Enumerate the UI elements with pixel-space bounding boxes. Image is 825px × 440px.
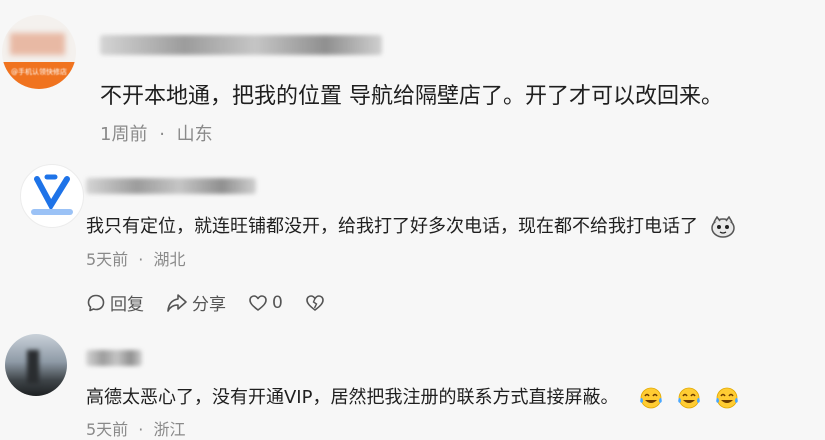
comment-location: 浙江 [153, 420, 186, 439]
comment-location: 湖北 [153, 250, 186, 269]
comment-actions: 回复 分享 0 [86, 290, 351, 315]
comment-meta: 1周前 · 山东 [100, 120, 213, 146]
avatar-blurred-logo [10, 33, 65, 55]
sticker-icon [710, 216, 735, 238]
comment-text: 高德太恶心了，没有开通VIP，居然把我注册的联系方式直接屏蔽。 [86, 383, 740, 410]
comment-meta: 5天前 · 湖北 [86, 246, 185, 270]
dislike-button[interactable] [305, 293, 329, 313]
share-button[interactable]: 分享 [166, 290, 226, 315]
reply-icon [87, 294, 105, 311]
comment-text-content: 我只有定位，就连旺铺都没开，给我打了好多次电话，现在都不给我打电话了 [86, 216, 698, 237]
comment-text: 我只有定位，就连旺铺都没开，给我打了好多次电话，现在都不给我打电话了 [86, 212, 736, 238]
username-blurred[interactable] [86, 350, 142, 366]
avatar-logo-icon [31, 174, 73, 215]
comment-location: 山东 [176, 124, 213, 145]
avatar-figure [27, 350, 39, 384]
username-blurred[interactable] [100, 35, 382, 55]
comment-time: 5天前 [86, 420, 129, 439]
comment-meta: 5天前 · 浙江 [86, 416, 185, 440]
laughing-tears-emoji [640, 387, 663, 409]
separator: · [138, 420, 144, 439]
share-label: 分享 [192, 295, 226, 315]
separator: · [138, 250, 144, 269]
avatar[interactable] [20, 164, 84, 228]
comment-2: 我只有定位，就连旺铺都没开，给我打了好多次电话，现在都不给我打电话了 5天前 ·… [0, 150, 825, 330]
reply-label: 回复 [110, 295, 144, 315]
comment-1: @手机认领快修店 不开本地通，把我的位置 导航给隔壁店了。开了才可以改回来。 1… [0, 0, 825, 150]
emoji-group [632, 387, 739, 409]
like-icon [249, 294, 267, 311]
avatar[interactable]: @手机认领快修店 [2, 15, 76, 89]
avatar[interactable] [5, 334, 67, 396]
share-icon [167, 293, 187, 312]
laughing-tears-emoji [678, 387, 700, 409]
comment-3: 高德太恶心了，没有开通VIP，居然把我注册的联系方式直接屏蔽。 5天前 · 浙江 [0, 330, 825, 439]
laughing-tears-emoji [715, 387, 738, 409]
comment-text-content: 高德太恶心了，没有开通VIP，居然把我注册的联系方式直接屏蔽。 [86, 387, 619, 408]
separator: · [159, 124, 165, 145]
like-count: 0 [272, 292, 283, 313]
reply-button[interactable]: 回复 [86, 290, 144, 315]
comment-time: 5天前 [86, 250, 129, 269]
dislike-icon [306, 294, 324, 311]
avatar-text: @手机认领快修店 [11, 68, 67, 76]
comment-time: 1周前 [100, 124, 148, 145]
username-blurred[interactable] [86, 178, 256, 194]
like-button[interactable]: 0 [248, 293, 283, 313]
comment-text: 不开本地通，把我的位置 导航给隔壁店了。开了才可以改回来。 [100, 84, 723, 109]
